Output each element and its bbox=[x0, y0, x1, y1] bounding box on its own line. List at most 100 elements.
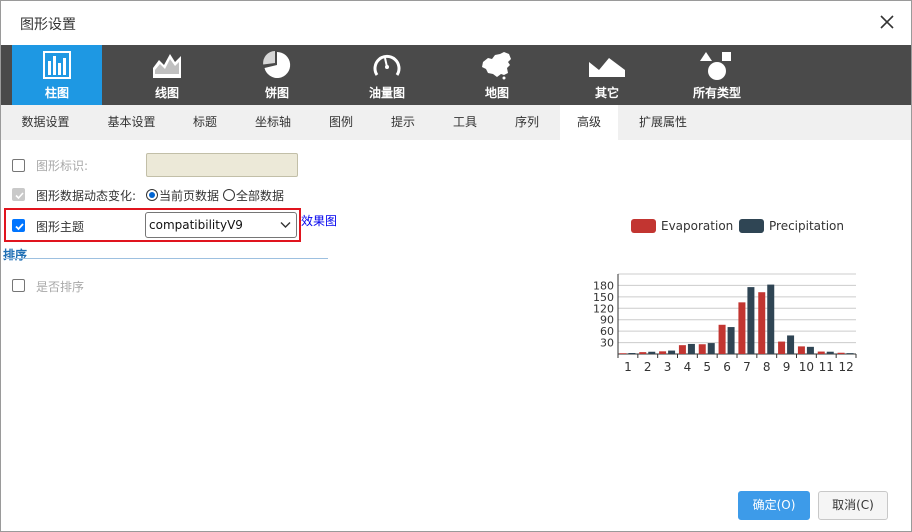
tab-tools[interactable]: 工具 bbox=[441, 105, 489, 140]
tab-series[interactable]: 序列 bbox=[503, 105, 551, 140]
chart-type-label: 线图 bbox=[154, 86, 179, 100]
dialog-title: 图形设置 bbox=[20, 17, 76, 33]
mountain-icon bbox=[589, 58, 625, 77]
theme-select[interactable]: compatibilityV9 bbox=[145, 212, 297, 238]
tab-title[interactable]: 标题 bbox=[181, 105, 229, 140]
bar bbox=[707, 343, 715, 354]
tab-basic-settings[interactable]: 基本设置 bbox=[95, 105, 168, 140]
x-tick-label: 9 bbox=[783, 360, 791, 374]
bar bbox=[639, 352, 647, 354]
shapes-icon bbox=[700, 52, 731, 80]
bar bbox=[628, 353, 636, 354]
y-tick-label: 180 bbox=[593, 279, 614, 292]
chart-type-line-chart[interactable]: 线图 bbox=[122, 45, 212, 105]
bar bbox=[648, 351, 656, 354]
sort-label: 是否排序 bbox=[36, 280, 85, 294]
cancel-button[interactable]: 取消(C) bbox=[818, 491, 888, 520]
all-data-option-label: 全部数据 bbox=[236, 189, 285, 203]
tab-tooltip[interactable]: 提示 bbox=[379, 105, 427, 140]
bar bbox=[837, 352, 845, 354]
all-data-radio[interactable] bbox=[223, 189, 235, 201]
pie-chart-icon bbox=[263, 51, 291, 78]
bar bbox=[718, 324, 726, 354]
legend-swatch bbox=[631, 219, 656, 233]
y-tick-label: 150 bbox=[593, 291, 614, 304]
gauge-icon bbox=[373, 54, 401, 76]
china-map-icon bbox=[482, 52, 511, 80]
bar bbox=[668, 350, 676, 354]
dynamic-data-checkbox[interactable] bbox=[12, 188, 25, 201]
bar bbox=[747, 287, 755, 354]
chart-type-all-types[interactable]: 所有类型 bbox=[672, 45, 762, 105]
ok-button[interactable]: 确定(O) bbox=[738, 491, 810, 520]
tab-data-settings[interactable]: 数据设置 bbox=[9, 105, 82, 140]
bar bbox=[727, 327, 735, 354]
sort-section-title: 排序 bbox=[3, 248, 28, 262]
chart-type-label: 所有类型 bbox=[692, 86, 741, 100]
chart-type-gauge[interactable]: 油量图 bbox=[342, 45, 432, 105]
chart-settings-dialog: 图形设置 柱图 线图 饼图 油量图 地图 其它 所有类型 数据设置 基本设置 标… bbox=[0, 0, 912, 532]
y-tick-label: 90 bbox=[600, 314, 614, 327]
bar-chart-icon bbox=[43, 51, 71, 79]
x-tick-label: 3 bbox=[664, 360, 672, 374]
x-tick-label: 12 bbox=[838, 360, 853, 374]
chart-id-label: 图形标识: bbox=[36, 159, 89, 173]
bar bbox=[806, 346, 814, 354]
bar bbox=[787, 335, 795, 354]
x-tick-label: 6 bbox=[723, 360, 731, 374]
bar bbox=[738, 302, 746, 354]
legend-label: Evaporation bbox=[661, 219, 733, 233]
current-page-radio[interactable] bbox=[146, 189, 158, 201]
legend-swatch bbox=[739, 219, 764, 233]
dialog-titlebar: 图形设置 bbox=[1, 1, 911, 45]
y-tick-label: 30 bbox=[600, 337, 614, 350]
line-chart-icon bbox=[153, 54, 181, 78]
theme-select-value: compatibilityV9 bbox=[149, 218, 243, 232]
x-tick-label: 5 bbox=[703, 360, 711, 374]
x-tick-label: 4 bbox=[684, 360, 692, 374]
chart-type-pie-chart[interactable]: 饼图 bbox=[232, 45, 322, 105]
tab-legend[interactable]: 图例 bbox=[317, 105, 365, 140]
x-tick-label: 10 bbox=[799, 360, 814, 374]
tab-axis[interactable]: 坐标轴 bbox=[241, 105, 305, 140]
chart-type-map[interactable]: 地图 bbox=[452, 45, 542, 105]
theme-checkbox[interactable] bbox=[12, 219, 25, 232]
bar bbox=[846, 353, 854, 354]
chart-type-other[interactable]: 其它 bbox=[562, 45, 652, 105]
tab-extended-properties[interactable]: 扩展属性 bbox=[627, 105, 699, 140]
bar bbox=[767, 284, 775, 354]
x-tick-label: 8 bbox=[763, 360, 771, 374]
sort-checkbox[interactable] bbox=[12, 279, 25, 292]
bar bbox=[817, 351, 825, 354]
chart-type-bar-chart[interactable]: 柱图 bbox=[12, 45, 102, 105]
dynamic-data-label: 图形数据动态变化: bbox=[36, 189, 137, 203]
y-tick-label: 60 bbox=[600, 325, 614, 338]
current-page-option-label: 当前页数据 bbox=[159, 189, 220, 203]
chart-type-label: 油量图 bbox=[368, 86, 405, 100]
x-tick-label: 11 bbox=[819, 360, 834, 374]
legend-label: Precipitation bbox=[769, 219, 844, 233]
theme-label: 图形主题 bbox=[36, 220, 85, 234]
bar bbox=[678, 345, 686, 354]
settings-tabs: 数据设置 基本设置 标题 坐标轴 图例 提示 工具 序列 高级 扩展属性 bbox=[1, 105, 911, 140]
chart-id-checkbox[interactable] bbox=[12, 159, 25, 172]
bar bbox=[698, 344, 706, 354]
preview-chart-svg: Evaporation Precipitation 306090120150180 1… bbox=[593, 219, 857, 374]
y-tick-label: 120 bbox=[593, 302, 614, 315]
x-tick-label: 2 bbox=[644, 360, 652, 374]
chart-id-input[interactable] bbox=[146, 153, 298, 177]
preview-link[interactable]: 效果图 bbox=[301, 212, 337, 229]
tab-advanced[interactable]: 高级 bbox=[560, 105, 618, 140]
bar bbox=[778, 341, 786, 354]
bar bbox=[659, 351, 667, 354]
bar bbox=[826, 351, 834, 354]
bar bbox=[797, 346, 805, 354]
bar bbox=[687, 343, 695, 354]
chart-type-label: 其它 bbox=[594, 86, 619, 100]
chart-type-label: 柱图 bbox=[44, 86, 69, 100]
x-tick-label: 7 bbox=[743, 360, 751, 374]
chevron-down-icon bbox=[280, 222, 291, 228]
chart-type-bar: 柱图 线图 饼图 油量图 地图 其它 所有类型 bbox=[1, 45, 911, 105]
chart-type-label: 地图 bbox=[484, 86, 509, 100]
close-icon[interactable] bbox=[878, 13, 896, 31]
